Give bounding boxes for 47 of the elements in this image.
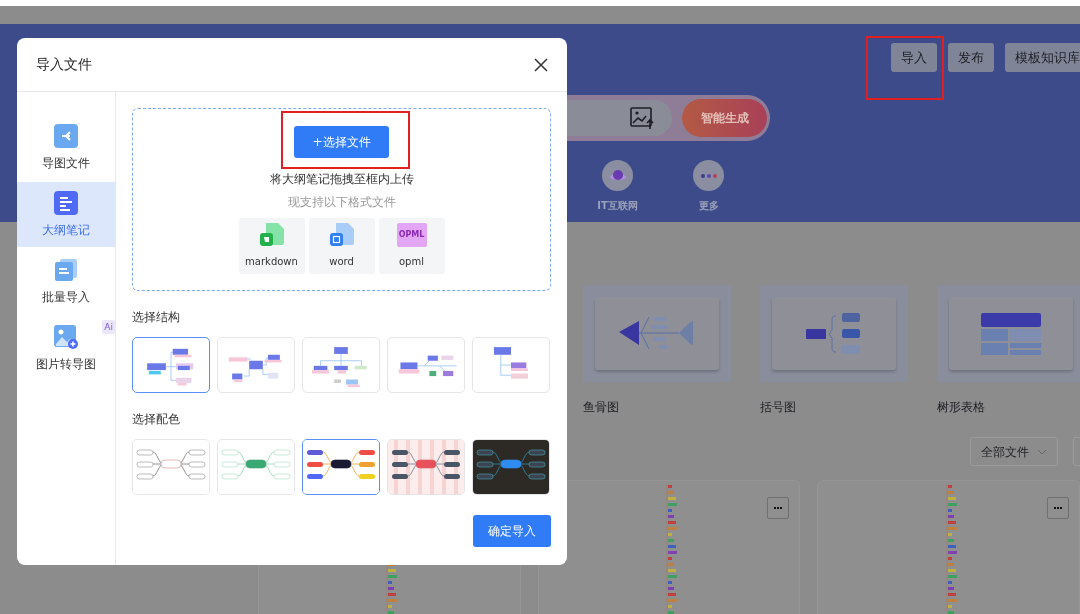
sidebar-item[interactable]: 图片转导图 Ai bbox=[17, 316, 115, 381]
file-card[interactable] bbox=[537, 480, 801, 614]
header-button[interactable]: 导入 bbox=[891, 43, 937, 72]
color-scheme-option[interactable] bbox=[302, 439, 380, 495]
dialog-title: 导入文件 bbox=[36, 55, 92, 74]
sidebar-item[interactable]: 导图文件 bbox=[17, 115, 115, 180]
stacked-pages-icon bbox=[54, 257, 78, 282]
header-button[interactable]: 发布 bbox=[948, 43, 994, 72]
category-label[interactable]: IT互联网 bbox=[597, 198, 638, 213]
close-icon[interactable] bbox=[534, 57, 548, 72]
generate-button[interactable]: 智能生成 bbox=[682, 99, 767, 137]
more-options-icon[interactable] bbox=[767, 497, 790, 519]
format-tile: word bbox=[308, 218, 375, 274]
structure-option[interactable] bbox=[132, 337, 210, 393]
select-file-button[interactable]: +选择文件 bbox=[294, 126, 389, 158]
section-title: 选择结构 bbox=[132, 309, 181, 326]
chevron-down-icon bbox=[1037, 448, 1047, 455]
more-icon bbox=[693, 160, 724, 191]
table-icon bbox=[981, 312, 1041, 355]
formats-note: 现支持以下格式文件 bbox=[287, 194, 396, 211]
mindmap-icon bbox=[54, 123, 78, 148]
file-icon bbox=[329, 223, 354, 247]
image-upload-icon[interactable] bbox=[630, 107, 654, 129]
template-label: 括号图 bbox=[760, 399, 797, 416]
document-icon bbox=[54, 190, 78, 215]
format-tile: OPML opml bbox=[378, 218, 445, 274]
confirm-import-button[interactable]: 确定导入 bbox=[473, 515, 551, 547]
template-label: 鱼骨图 bbox=[583, 399, 620, 416]
section-title: 选择配色 bbox=[132, 411, 181, 428]
sidebar-item[interactable]: 批量导入 bbox=[17, 249, 115, 314]
file-type-label: OPML bbox=[398, 231, 425, 239]
format-tile: markdown bbox=[238, 218, 305, 274]
header-button[interactable]: 模板知识库 bbox=[1005, 43, 1080, 72]
file-icon bbox=[259, 223, 284, 247]
filter-dropdown[interactable]: 全部文件 bbox=[970, 437, 1058, 466]
planet-icon bbox=[602, 160, 633, 191]
template-card[interactable] bbox=[760, 285, 908, 382]
upload-dropzone[interactable]: +选择文件 将大纲笔记拖拽至框内上传 现支持以下格式文件 markdown word OPML opml bbox=[132, 108, 551, 291]
upload-hint: 将大纲笔记拖拽至框内上传 bbox=[269, 172, 414, 186]
bracket-diagram-icon bbox=[806, 312, 862, 355]
category-label[interactable]: 更多 bbox=[698, 198, 719, 213]
ai-badge: Ai bbox=[102, 320, 115, 334]
template-label: 树形表格 bbox=[937, 399, 986, 416]
sidebar-item[interactable]: 大纲笔记 bbox=[17, 182, 115, 247]
template-card[interactable] bbox=[937, 285, 1080, 382]
more-options-icon[interactable] bbox=[1047, 497, 1069, 519]
image-plus-icon bbox=[54, 324, 78, 349]
